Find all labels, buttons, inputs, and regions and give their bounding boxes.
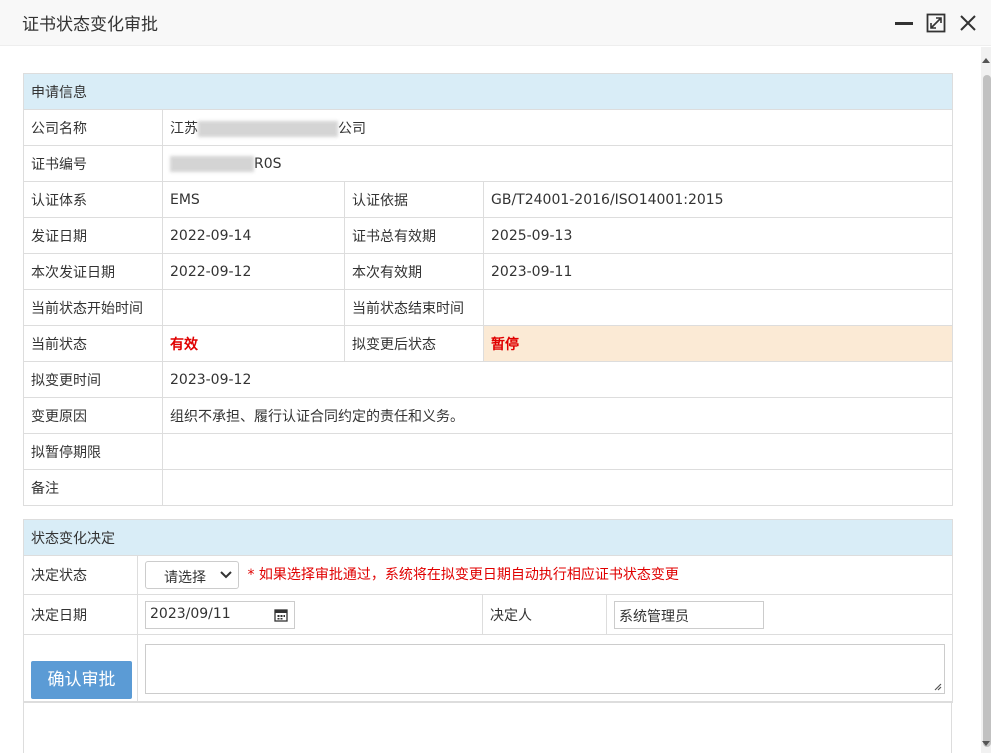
change-time-label: 拟变更时间	[23, 361, 163, 398]
scroll-up-arrow-icon[interactable]	[982, 57, 990, 63]
application-info-header: 申请信息	[23, 73, 953, 110]
resize-grip-icon[interactable]	[933, 682, 942, 691]
decision-status-cell: 请选择 * 如果选择审批通过，系统将在拟变更日期自动执行相应证书状态变更	[137, 555, 953, 595]
new-status-label: 拟变更后状态	[344, 325, 484, 362]
current-issue-date-value: 2022-09-12	[162, 253, 345, 290]
close-button[interactable]	[957, 12, 979, 34]
cert-basis-label: 认证依据	[344, 181, 484, 218]
current-issue-date-label: 本次发证日期	[23, 253, 163, 290]
decider-cell: 系统管理员	[606, 594, 953, 635]
current-status-label: 当前状态	[23, 325, 163, 362]
status-start-value	[162, 289, 345, 326]
status-start-label: 当前状态开始时间	[23, 289, 163, 326]
decision-note: * 如果选择审批通过，系统将在拟变更日期自动执行相应证书状态变更	[247, 567, 679, 583]
dialog-content: 申请信息 公司名称 江苏 公司 证书编号 R0S 认证体系 EMS 认证依据 GB…	[0, 47, 981, 753]
new-status-value: 暂停	[483, 325, 953, 362]
approval-note-cell	[137, 634, 953, 703]
close-icon	[960, 15, 976, 31]
decision-status-label: 决定状态	[23, 555, 138, 595]
company-name-label: 公司名称	[23, 109, 163, 146]
decider-input[interactable]: 系统管理员	[614, 600, 764, 629]
decider-value: 系统管理员	[619, 608, 689, 625]
total-validity-label: 证书总有效期	[344, 217, 484, 254]
change-reason-label: 变更原因	[23, 397, 163, 434]
suspend-period-value	[162, 433, 953, 470]
dialog-titlebar: 证书状态变化审批	[0, 0, 991, 46]
decision-date-input[interactable]: 2023/09/11	[145, 600, 295, 629]
company-name-prefix: 江苏	[170, 120, 198, 137]
maximize-button[interactable]	[925, 12, 947, 34]
redacted-block	[170, 155, 254, 172]
calendar-icon[interactable]	[274, 608, 288, 622]
scrollbar-thumb[interactable]	[983, 75, 991, 747]
cert-no-label: 证书编号	[23, 145, 163, 182]
company-name-suffix: 公司	[338, 120, 366, 137]
change-time-value: 2023-09-12	[162, 361, 953, 398]
action-bar	[23, 701, 952, 753]
issue-date-value: 2022-09-14	[162, 217, 345, 254]
remark-label: 备注	[23, 469, 163, 506]
current-validity-label: 本次有效期	[344, 253, 484, 290]
maximize-icon	[926, 13, 946, 33]
dialog-title: 证书状态变化审批	[22, 15, 158, 35]
application-info-table: 申请信息 公司名称 江苏 公司 证书编号 R0S 认证体系 EMS 认证依据 GB…	[23, 73, 953, 506]
remark-value	[162, 469, 953, 506]
decision-status-select[interactable]: 请选择	[145, 561, 239, 589]
cert-system-value: EMS	[162, 181, 345, 218]
minimize-icon	[895, 22, 913, 25]
total-validity-value: 2025-09-13	[483, 217, 953, 254]
minimize-button[interactable]	[893, 12, 915, 34]
decision-date-label: 决定日期	[23, 594, 138, 635]
issue-date-label: 发证日期	[23, 217, 163, 254]
approval-note-textarea[interactable]	[145, 643, 945, 694]
redacted-block	[198, 120, 338, 137]
current-validity-value: 2023-09-11	[483, 253, 953, 290]
vertical-scrollbar[interactable]	[981, 47, 991, 753]
suspend-period-label: 拟暂停期限	[23, 433, 163, 470]
status-end-label: 当前状态结束时间	[344, 289, 484, 326]
cert-no-suffix: R0S	[254, 155, 282, 172]
decider-label: 决定人	[482, 594, 607, 635]
change-reason-value: 组织不承担、履行认证合同约定的责任和义务。	[162, 397, 953, 434]
confirm-approval-button[interactable]: 确认审批	[31, 661, 132, 699]
status-end-value	[483, 289, 953, 326]
decision-status-selected: 请选择	[164, 570, 206, 586]
decision-date-value: 2023/09/11	[150, 605, 231, 622]
company-name-value: 江苏 公司	[162, 109, 953, 146]
decision-date-cell: 2023/09/11	[137, 594, 483, 635]
chevron-down-icon	[220, 571, 232, 579]
decision-table: 状态变化决定 决定状态 请选择 * 如果选择审批通过，系统将在拟变更日期自动执行…	[23, 519, 953, 703]
scroll-down-arrow-icon[interactable]	[982, 741, 990, 747]
decision-header: 状态变化决定	[23, 519, 953, 556]
cert-no-value: R0S	[162, 145, 953, 182]
cert-basis-value: GB/T24001-2016/ISO14001:2015	[483, 181, 953, 218]
cert-system-label: 认证体系	[23, 181, 163, 218]
current-status-value: 有效	[162, 325, 345, 362]
